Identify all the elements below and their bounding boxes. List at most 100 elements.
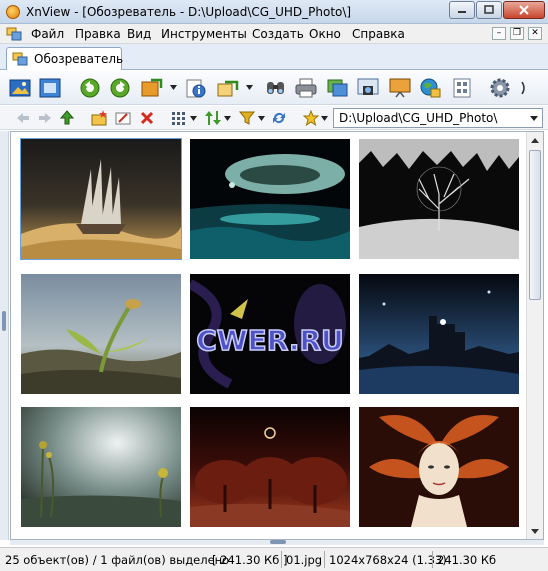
thumbnail-dark-frozen-tree[interactable] <box>359 139 519 259</box>
multipage-button[interactable] <box>450 76 474 100</box>
scroll-up-icon <box>531 137 539 143</box>
bottom-splitter[interactable] <box>10 540 544 545</box>
batch-convert-button[interactable] <box>326 76 350 100</box>
maximize-icon <box>484 5 494 14</box>
menu-tools[interactable]: Инструменты <box>161 27 247 41</box>
slideshow-icon <box>389 78 411 98</box>
view-mode-icon <box>172 112 185 125</box>
properties-icon <box>186 79 206 98</box>
back-icon <box>17 113 29 123</box>
rename-icon <box>115 112 131 125</box>
mdi-minimize-button[interactable]: – <box>492 27 506 40</box>
browser-menu-icon[interactable] <box>6 27 22 41</box>
view-mode-dropdown-icon[interactable] <box>190 116 197 121</box>
maximize-button[interactable] <box>476 1 502 19</box>
path-text: D:\Upload\CG_UHD_Photo\ <box>339 111 498 125</box>
thumbnail-blue-cathedral-night[interactable] <box>359 274 519 394</box>
title-bar: XnView - [Обозреватель - D:\Upload\CG_UH… <box>0 0 548 24</box>
print-button[interactable] <box>294 76 318 100</box>
scroll-thumb[interactable] <box>529 150 541 300</box>
thumbnail-red-eye-forest[interactable] <box>190 407 350 527</box>
view-mode-button[interactable] <box>170 109 188 127</box>
favorites-button[interactable] <box>302 109 320 127</box>
delete-button[interactable] <box>138 109 156 127</box>
sort-icon <box>205 111 221 125</box>
filter-icon <box>239 111 255 125</box>
properties-button[interactable] <box>184 76 208 100</box>
sort-dropdown-icon[interactable] <box>224 116 231 121</box>
thumbnail-pane[interactable]: CWER.RU <box>10 131 544 540</box>
menu-file[interactable]: Файл <box>31 27 64 41</box>
rotate-right-button[interactable] <box>108 76 132 100</box>
back-button[interactable] <box>14 109 32 127</box>
up-folder-icon <box>59 110 75 125</box>
scroll-up-button[interactable] <box>527 132 543 148</box>
minimize-button[interactable] <box>449 1 475 19</box>
rename-button[interactable] <box>114 109 132 127</box>
capture-button[interactable] <box>356 76 380 100</box>
close-icon <box>519 5 529 15</box>
status-selection: 25 объект(ов) / 1 файл(ов) выделено <box>5 553 230 567</box>
thumbnail-storm-swamp-plants[interactable] <box>21 407 181 527</box>
print-icon <box>295 78 317 98</box>
view-image-button[interactable] <box>8 76 32 100</box>
settings-button[interactable] <box>488 76 512 100</box>
thumbnail-scrollbar[interactable] <box>526 132 543 539</box>
sort-button[interactable] <box>204 109 222 127</box>
forward-button[interactable] <box>36 109 54 127</box>
path-combobox[interactable]: D:\Upload\CG_UHD_Photo\ <box>333 108 543 128</box>
new-folder-icon <box>91 110 107 126</box>
tab-browser[interactable]: Обозреватель <box>6 47 124 70</box>
menu-help[interactable]: Справка <box>352 27 405 41</box>
find-button[interactable] <box>264 76 288 100</box>
new-folder-button[interactable] <box>90 109 108 127</box>
left-splitter[interactable] <box>0 131 9 540</box>
status-dimensions: 1024x768x24 (1.33) <box>329 553 447 567</box>
navigation-bar: D:\Upload\CG_UHD_Photo\ <box>0 106 548 130</box>
rotate-left-button[interactable] <box>78 76 102 100</box>
favorites-dropdown-icon[interactable] <box>321 116 328 121</box>
thumbnail-orange-feather-woman[interactable] <box>359 407 519 527</box>
view-image-icon <box>9 79 31 97</box>
delete-icon <box>140 111 154 125</box>
thumbnail-ghost-ship-desert[interactable] <box>20 138 182 260</box>
xnview-app-icon[interactable] <box>6 5 20 19</box>
status-separator <box>432 551 433 568</box>
scroll-down-button[interactable] <box>527 523 543 539</box>
copy-to-dropdown-icon[interactable] <box>246 85 253 90</box>
menu-create[interactable]: Создать <box>252 27 304 41</box>
batch-convert-icon <box>327 79 348 97</box>
status-file-size: 241.30 Кб <box>437 553 497 567</box>
status-separator <box>324 551 325 568</box>
mdi-close-button[interactable]: ✕ <box>528 27 542 40</box>
settings-icon <box>490 78 510 98</box>
image-convert-button[interactable] <box>140 76 164 100</box>
mdi-restore-button[interactable]: ❐ <box>510 27 524 40</box>
copy-to-button[interactable] <box>216 76 240 100</box>
close-button[interactable] <box>503 1 545 19</box>
thumbnail-planet-ocean-glow[interactable] <box>190 139 350 259</box>
path-dropdown-icon[interactable] <box>530 116 538 121</box>
tab-label: Обозреватель <box>34 52 124 66</box>
toolbar-overflow-button[interactable] <box>516 76 532 100</box>
slideshow-button[interactable] <box>388 76 412 100</box>
filter-button[interactable] <box>238 109 256 127</box>
up-folder-button[interactable] <box>58 109 76 127</box>
thumbnail-alien-sprout-landscape[interactable] <box>21 274 181 394</box>
thumbnail-cwer-logo-art[interactable]: CWER.RU <box>190 274 350 394</box>
menu-window[interactable]: Окно <box>309 27 341 41</box>
favorites-icon <box>303 110 319 126</box>
refresh-button[interactable] <box>270 109 288 127</box>
refresh-icon <box>273 113 285 123</box>
filter-dropdown-icon[interactable] <box>258 116 265 121</box>
rotate-left-icon <box>80 78 100 98</box>
menu-edit[interactable]: Правка <box>75 27 121 41</box>
web-button[interactable] <box>418 76 442 100</box>
image-convert-dropdown-icon[interactable] <box>170 85 177 90</box>
menu-view[interactable]: Вид <box>127 27 151 41</box>
fullscreen-icon <box>39 78 61 98</box>
tab-strip: Обозреватель <box>0 44 548 70</box>
fullscreen-button[interactable] <box>38 76 62 100</box>
minimize-icon <box>458 11 466 13</box>
status-selected-size: [ 241.30 Кб ] <box>212 553 288 567</box>
